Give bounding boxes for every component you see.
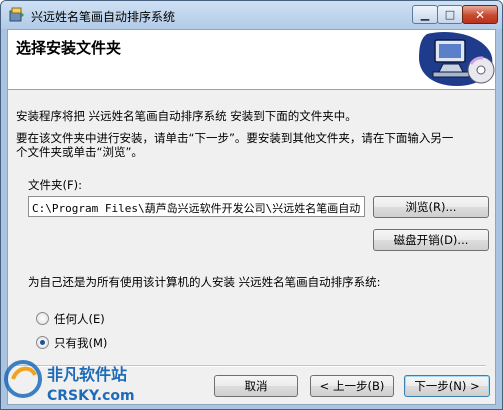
next-button[interactable]: 下一步(N) > xyxy=(404,375,490,397)
folder-path-input[interactable]: C:\Program Files\葫芦岛兴远软件开发公司\兴远姓名笔画自动 xyxy=(28,196,365,217)
browse-button-label: 浏览(R)... xyxy=(405,200,457,214)
everyone-radio[interactable] xyxy=(36,312,49,325)
installer-window: 兴远姓名笔画自动排序系统 ▁ □ ✕ 选择安装文件夹 安装程序将把 兴远姓名笔画… xyxy=(0,0,503,410)
minimize-icon: ▁ xyxy=(420,8,430,21)
cancel-button-label: 取消 xyxy=(244,379,268,393)
install-location-text: 安装程序将把 兴远姓名笔画自动排序系统 安装到下面的文件夹中。 xyxy=(16,109,357,123)
window-title: 兴远姓名笔画自动排序系统 xyxy=(31,10,176,24)
minimize-button[interactable]: ▁ xyxy=(412,5,438,24)
disk-cost-button-label: 磁盘开销(D)... xyxy=(393,233,469,247)
header-banner: 选择安装文件夹 xyxy=(8,30,495,90)
maximize-icon: □ xyxy=(444,8,456,21)
browse-button[interactable]: 浏览(R)... xyxy=(373,196,489,218)
everyone-radio-label[interactable]: 任何人(E) xyxy=(54,311,105,327)
maximize-button[interactable]: □ xyxy=(437,5,463,24)
close-button[interactable]: ✕ xyxy=(462,5,498,24)
dialog-client-area: 选择安装文件夹 安装程序将把 兴远姓名笔画自动排序系统 安装到下面的文件夹中。 … xyxy=(7,29,496,405)
back-button[interactable]: < 上一步(B) xyxy=(310,375,394,397)
just-me-radio-label[interactable]: 只有我(M) xyxy=(54,335,107,351)
installer-package-icon xyxy=(9,7,24,22)
watermark-site: CRSKY.com xyxy=(47,388,135,404)
folder-label: 文件夹(F): xyxy=(28,178,82,192)
instruction-text-line2: 个文件夹或单击“浏览”。 xyxy=(16,145,143,159)
computer-disc-icon xyxy=(419,32,495,86)
title-bar[interactable]: 兴远姓名笔画自动排序系统 ▁ □ ✕ xyxy=(1,1,502,29)
watermark-name: 非凡软件站 xyxy=(47,365,127,384)
page-title: 选择安装文件夹 xyxy=(16,39,122,57)
instruction-text-line1: 要在该文件夹中进行安装，请单击“下一步”。要安装到其他文件夹，请在下面输入另一 xyxy=(16,131,454,145)
crsky-watermark-logo: 非凡软件站 CRSKY.com xyxy=(4,360,135,404)
cancel-button[interactable]: 取消 xyxy=(214,375,298,397)
close-icon: ✕ xyxy=(474,7,486,22)
disk-cost-button[interactable]: 磁盘开销(D)... xyxy=(373,229,489,251)
just-me-radio[interactable] xyxy=(36,336,49,349)
next-button-label: 下一步(N) > xyxy=(414,379,480,393)
back-button-label: < 上一步(B) xyxy=(319,379,385,393)
install-for-question: 为自己还是为所有使用该计算机的人安装 兴远姓名笔画自动排序系统: xyxy=(28,275,381,289)
